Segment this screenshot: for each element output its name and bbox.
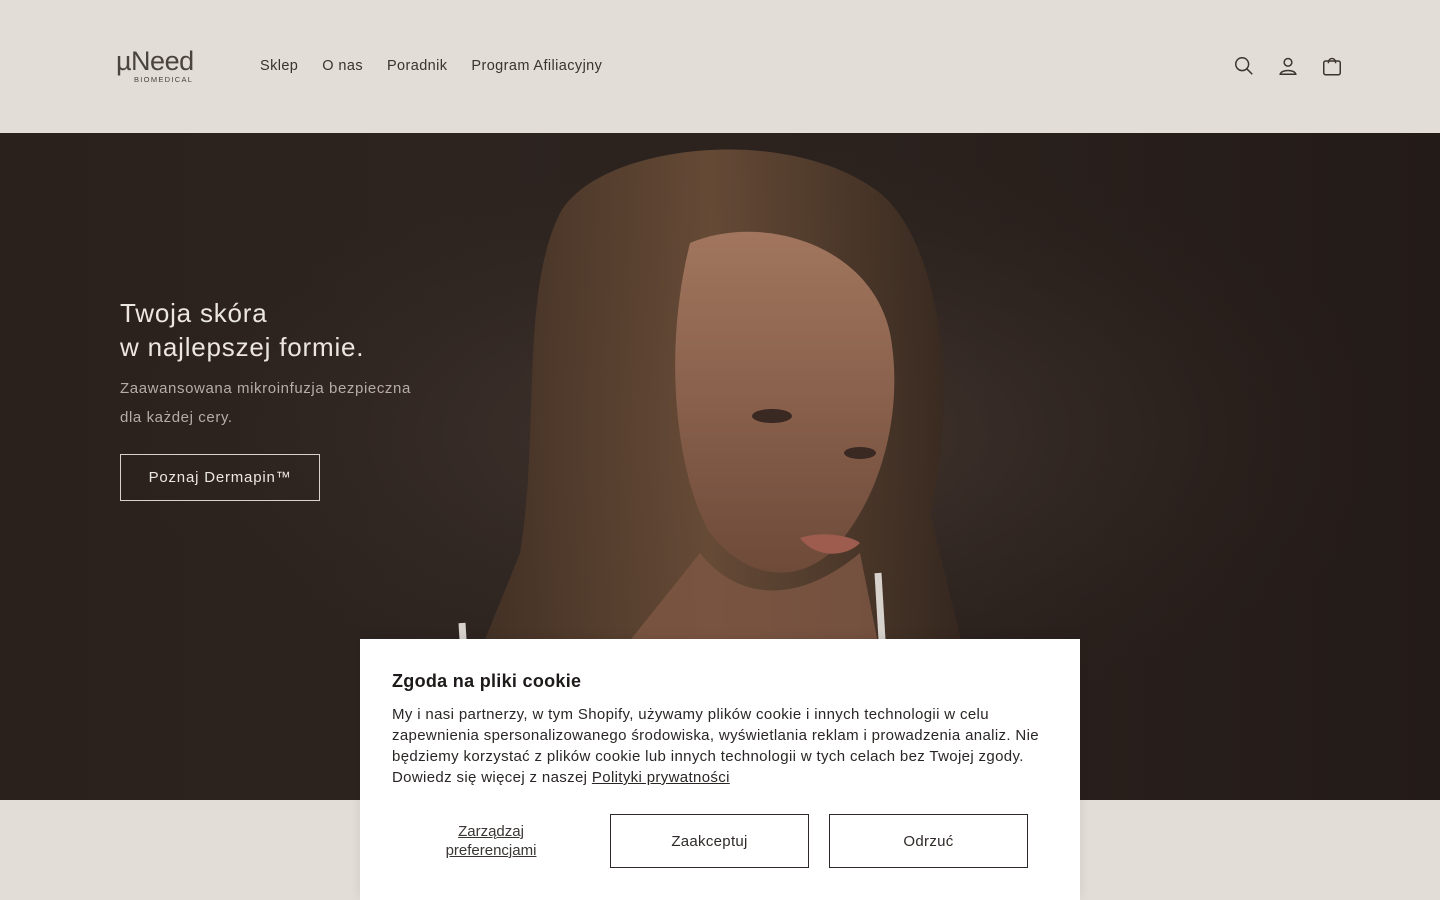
hero-subtitle: Zaawansowana mikroinfuzja bezpieczna dla… (120, 374, 480, 432)
hero-subtitle-line-1: Zaawansowana mikroinfuzja bezpieczna (120, 380, 411, 397)
cookie-dialog-text: My i nasi partnerzy, w tym Shopify, używ… (392, 704, 1052, 788)
hero-subtitle-line-2: dla każdej cery. (120, 409, 233, 426)
brand-logo[interactable]: µNeed BIOMEDICAL (116, 46, 196, 88)
discover-dermapin-button[interactable]: Poznaj Dermapin™ (120, 454, 320, 501)
nav-item-guide[interactable]: Poradnik (375, 54, 459, 78)
hero-title: Twoja skóra w najlepszej formie. (120, 296, 480, 364)
cookie-dialog-title: Zgoda na pliki cookie (392, 671, 582, 691)
accept-cookies-button[interactable]: Zaakceptuj (610, 814, 809, 868)
hero-title-line-2: w najlepszej formie. (120, 332, 365, 362)
site-header: µNeed BIOMEDICAL Sklep O nas Poradnik Pr… (0, 0, 1440, 133)
cart-button[interactable] (1310, 44, 1354, 88)
search-icon (1235, 57, 1253, 75)
cookie-consent-dialog: Zgoda na pliki cookie My i nasi partnerz… (360, 639, 1080, 900)
cart-icon (1323, 57, 1341, 76)
manage-preferences-link[interactable]: Zarządzaj preferencjami (412, 822, 570, 860)
reject-cookies-button[interactable]: Odrzuć (829, 814, 1028, 868)
search-button[interactable] (1222, 44, 1266, 88)
hero-title-line-1: Twoja skóra (120, 298, 268, 328)
hero-copy: Twoja skóra w najlepszej formie. Zaawans… (120, 296, 480, 432)
logo-subtitle: BIOMEDICAL (134, 75, 194, 84)
nav-item-about[interactable]: O nas (310, 54, 375, 78)
header-actions (1222, 44, 1354, 88)
privacy-policy-link[interactable]: Polityki prywatności (592, 769, 730, 786)
logo-wordmark: µNeed (116, 46, 194, 76)
nav-item-affiliate[interactable]: Program Afiliacyjny (459, 54, 614, 78)
nav-item-shop[interactable]: Sklep (248, 54, 310, 78)
account-button[interactable] (1266, 44, 1310, 88)
main-nav: Sklep O nas Poradnik Program Afiliacyjny (248, 54, 614, 78)
account-icon (1279, 57, 1297, 75)
